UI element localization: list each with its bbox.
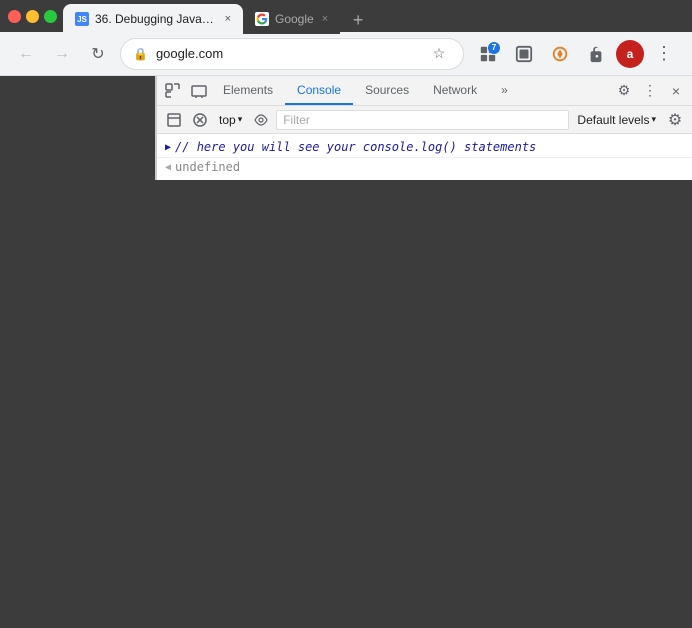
console-undefined-entry: ◀ undefined (157, 158, 692, 176)
tab-network[interactable]: Network (421, 76, 489, 105)
undefined-text: undefined (175, 160, 240, 174)
address-actions: ☆ (427, 42, 451, 66)
close-icon: × (672, 83, 680, 99)
toolbar-actions: 7 a ⋮ (472, 38, 680, 70)
devtools-panel: Elements Console Sources Network » ⚙ (157, 76, 692, 180)
console-filter-input[interactable] (276, 110, 569, 130)
browser-toolbar: ← → ↻ 🔒 google.com ☆ 7 (0, 32, 692, 76)
browser-content-area: Elements Console Sources Network » ⚙ (0, 76, 692, 180)
window-minimize-button[interactable] (26, 10, 39, 23)
more-icon: ⋮ (643, 82, 657, 99)
default-levels-label: Default levels (577, 113, 649, 127)
tab-debugging[interactable]: JS 36. Debugging JavaScrip × (63, 4, 243, 34)
devtools-secondary-toolbar: top ▾ Default levels ▾ ⚙ (157, 106, 692, 134)
console-text-0: // here you will see your console.log() … (175, 140, 536, 154)
tab-close-debugging[interactable]: × (225, 13, 231, 25)
extension-button-2[interactable] (508, 38, 540, 70)
tab-bar: JS 36. Debugging JavaScrip × Google × + (63, 0, 684, 34)
extension-tab-manager[interactable]: 7 (472, 38, 504, 70)
title-bar: JS 36. Debugging JavaScrip × Google × + (0, 0, 692, 32)
console-output: ▶ // here you will see your console.log(… (157, 134, 692, 180)
extensions-button[interactable] (580, 38, 612, 70)
tab-manager-badge: 7 (488, 42, 500, 54)
levels-dropdown-icon: ▾ (651, 114, 656, 125)
profile-button[interactable]: a (616, 40, 644, 68)
console-entry-0: ▶ // here you will see your console.log(… (157, 138, 692, 158)
window-controls (8, 10, 57, 23)
devtools-toolbar: Elements Console Sources Network » ⚙ (157, 76, 692, 106)
address-bar[interactable]: 🔒 google.com ☆ (120, 38, 464, 70)
inspect-element-button[interactable] (161, 79, 185, 103)
menu-icon: ⋮ (655, 43, 673, 64)
reload-icon: ↻ (91, 44, 104, 64)
lock-icon: 🔒 (133, 47, 148, 61)
tab-close-google[interactable]: × (322, 13, 328, 25)
live-expressions-button[interactable] (250, 109, 272, 131)
dock-mode-button[interactable] (163, 109, 185, 131)
window-close-button[interactable] (8, 10, 21, 23)
devtools-right-icons: ⚙ ⋮ × (612, 79, 688, 103)
extension-button-3[interactable] (544, 38, 576, 70)
back-icon: ← (18, 45, 34, 63)
tab-title-google: Google (275, 12, 314, 26)
tab-more[interactable]: » (489, 76, 520, 105)
settings-icon: ⚙ (618, 82, 631, 99)
context-label: top (219, 113, 236, 127)
reload-button[interactable]: ↻ (84, 40, 112, 68)
devtools-tabs: Elements Console Sources Network » (211, 76, 612, 105)
tab-elements[interactable]: Elements (211, 76, 285, 105)
tab-google[interactable]: Google × (243, 4, 340, 34)
forward-icon: → (54, 45, 70, 63)
console-arrow-0[interactable]: ▶ (165, 140, 171, 153)
context-selector[interactable]: top ▾ (215, 111, 246, 129)
default-levels-selector[interactable]: Default levels ▾ (573, 111, 660, 129)
back-button[interactable]: ← (12, 40, 40, 68)
device-toggle-button[interactable] (187, 79, 211, 103)
clear-console-button[interactable] (189, 109, 211, 131)
bookmark-icon[interactable]: ☆ (427, 42, 451, 66)
tab-title-debugging: 36. Debugging JavaScrip (95, 12, 217, 26)
devtools-more-button[interactable]: ⋮ (638, 79, 662, 103)
tab-favicon-debugging: JS (75, 12, 89, 26)
console-settings-button[interactable]: ⚙ (664, 109, 686, 131)
dropdown-icon: ▾ (238, 114, 243, 125)
devtools-settings-button[interactable]: ⚙ (612, 79, 636, 103)
new-tab-button[interactable]: + (344, 6, 372, 34)
chrome-menu-button[interactable]: ⋮ (648, 38, 680, 70)
devtools-close-button[interactable]: × (664, 79, 688, 103)
forward-button[interactable]: → (48, 40, 76, 68)
tab-console[interactable]: Console (285, 76, 353, 105)
devtools-left-icons (161, 79, 211, 103)
address-text: google.com (156, 46, 419, 61)
tab-favicon-google (255, 12, 269, 26)
tab-sources[interactable]: Sources (353, 76, 421, 105)
console-settings-icon: ⚙ (668, 110, 682, 130)
window-maximize-button[interactable] (44, 10, 57, 23)
undefined-arrow: ◀ (165, 162, 171, 173)
